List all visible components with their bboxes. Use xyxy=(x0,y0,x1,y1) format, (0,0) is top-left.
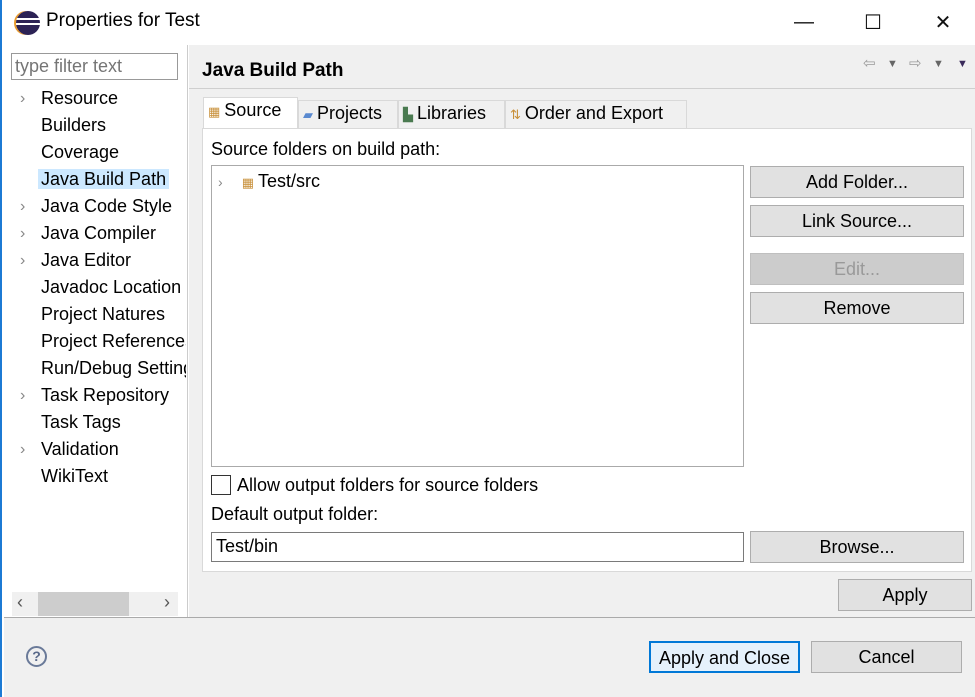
tree-item[interactable]: Run/Debug Settings xyxy=(20,356,186,383)
view-menu-icon[interactable]: ▼ xyxy=(957,58,968,70)
filter-input[interactable] xyxy=(11,53,178,80)
tree-item[interactable]: › Java Code Style xyxy=(20,194,186,221)
allow-output-label: Allow output folders for source folders xyxy=(237,475,539,495)
expand-icon[interactable]: › xyxy=(218,174,223,190)
expand-icon[interactable]: › xyxy=(20,86,25,111)
tree-item[interactable]: WikiText xyxy=(20,464,186,491)
browse-button[interactable]: Browse... xyxy=(750,531,964,563)
window-title: Properties for Test xyxy=(46,10,200,31)
tree-item[interactable]: › Task Repository xyxy=(20,383,186,410)
list-item[interactable]: › ▦ Test/src xyxy=(218,171,320,192)
page-title: Java Build Path xyxy=(202,60,344,81)
tab-projects[interactable]: ▰ Projects xyxy=(298,100,398,129)
tab-libraries[interactable]: ▙ Libraries xyxy=(398,100,505,129)
tree-item[interactable]: Coverage xyxy=(20,140,186,167)
apply-button[interactable]: Apply xyxy=(838,579,972,611)
source-folder-icon: ▦ xyxy=(241,175,254,190)
tree-item[interactable]: Javadoc Location xyxy=(20,275,186,302)
add-folder-button[interactable]: Add Folder... xyxy=(750,166,964,198)
tree-item[interactable]: Builders xyxy=(20,113,186,140)
edit-button[interactable]: Edit... xyxy=(750,253,964,285)
back-arrow-icon[interactable]: ⇦ xyxy=(863,54,876,72)
header-divider xyxy=(189,88,975,89)
expand-icon[interactable]: › xyxy=(20,248,25,273)
tab-order-and-export[interactable]: ⇅ Order and Export xyxy=(505,100,687,129)
tree-item[interactable]: › Java Editor xyxy=(20,248,186,275)
property-tree: › Resource Builders Coverage Java Build Path… xyxy=(20,86,186,491)
link-source-button[interactable]: Link Source... xyxy=(750,205,964,237)
tree-item[interactable]: Java Build Path xyxy=(20,167,186,194)
minimize-button[interactable]: — xyxy=(781,0,827,45)
default-output-field[interactable]: Test/bin xyxy=(211,532,744,562)
expand-icon[interactable]: › xyxy=(20,194,25,219)
apply-and-close-button[interactable]: Apply and Close xyxy=(649,641,800,673)
source-folder-icon: ▦ xyxy=(208,104,221,119)
back-menu-icon[interactable]: ▼ xyxy=(887,58,898,70)
eclipse-logo-icon xyxy=(16,11,40,35)
remove-button[interactable]: Remove xyxy=(750,292,964,324)
expand-icon[interactable]: › xyxy=(20,383,25,408)
expand-icon[interactable]: › xyxy=(20,221,25,246)
folder-icon: ▰ xyxy=(303,107,313,122)
tree-item[interactable]: › Validation xyxy=(20,437,186,464)
cancel-button[interactable]: Cancel xyxy=(811,641,962,673)
tab-source[interactable]: ▦ Source xyxy=(203,97,298,129)
forward-arrow-icon[interactable]: ⇨ xyxy=(909,54,922,72)
close-button[interactable]: ✕ xyxy=(920,0,966,45)
scroll-left-icon[interactable]: ‹ xyxy=(17,592,23,613)
tree-item[interactable]: Project Natures xyxy=(20,302,186,329)
horizontal-scrollbar[interactable]: ‹ › xyxy=(12,592,178,616)
tree-item[interactable]: › Resource xyxy=(20,86,186,113)
tree-item[interactable]: › Java Compiler xyxy=(20,221,186,248)
properties-dialog: Properties for Test — ☐ ✕ ›ResourceBuild… xyxy=(0,0,975,697)
scroll-thumb[interactable] xyxy=(38,592,129,616)
tree-item[interactable]: Task Tags xyxy=(20,410,186,437)
expand-icon[interactable]: › xyxy=(20,437,25,462)
source-folders-list[interactable]: › ▦ Test/src xyxy=(211,165,744,467)
source-folders-label: Source folders on build path: xyxy=(211,139,441,159)
scroll-right-icon[interactable]: › xyxy=(164,592,170,613)
library-icon: ▙ xyxy=(403,107,413,122)
maximize-button[interactable]: ☐ xyxy=(850,0,896,45)
order-icon: ⇅ xyxy=(510,107,521,122)
default-output-label: Default output folder: xyxy=(211,504,379,524)
allow-output-checkbox[interactable] xyxy=(211,475,231,495)
forward-menu-icon[interactable]: ▼ xyxy=(933,58,944,70)
help-icon[interactable]: ? xyxy=(26,646,47,667)
tree-item[interactable]: Project References xyxy=(20,329,186,356)
